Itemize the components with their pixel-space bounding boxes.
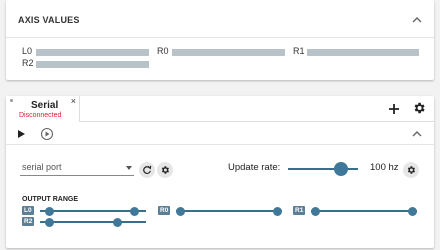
caret-down-icon: [126, 166, 132, 170]
range-max-thumb[interactable]: [112, 217, 122, 227]
axis-label: R2: [22, 58, 34, 68]
range-max-thumb[interactable]: [408, 206, 417, 216]
range-min-thumb[interactable]: [44, 206, 54, 216]
channel-tag: L0: [22, 206, 34, 215]
slider-thumb[interactable]: [334, 162, 349, 176]
refresh-button[interactable]: [139, 162, 155, 178]
chevron-up-icon[interactable]: [410, 127, 424, 141]
range-slider-r2[interactable]: R2: [22, 217, 146, 227]
range-min-thumb[interactable]: [176, 206, 185, 216]
axis-row-r1: R1: [293, 46, 421, 58]
slider-track: [40, 221, 146, 223]
axis-bar: [172, 49, 285, 56]
play-icon[interactable]: [14, 127, 28, 141]
close-icon[interactable]: ×: [71, 96, 76, 106]
axis-values-panel: AXIS VALUES L0 R0 R1 R2: [6, 0, 434, 80]
update-rate-slider[interactable]: [288, 162, 358, 176]
serial-port-value: serial port: [22, 162, 62, 172]
serial-toolbar: [6, 123, 434, 145]
axis-row-l0: L0: [22, 46, 150, 58]
range-min-thumb[interactable]: [311, 206, 320, 216]
gear-icon: [161, 166, 169, 174]
axis-label: R0: [157, 46, 169, 56]
axis-values-header[interactable]: AXIS VALUES: [6, 0, 434, 38]
range-max-thumb[interactable]: [273, 206, 282, 216]
gear-icon: [407, 166, 415, 174]
axis-bar: [36, 49, 149, 56]
range-slider-r0[interactable]: R0: [158, 206, 282, 216]
axis-bar: [307, 49, 419, 56]
axis-label: L0: [22, 46, 33, 56]
update-rate-label: Update rate:: [228, 162, 281, 173]
slider-track: [311, 210, 417, 212]
chevron-up-icon[interactable]: [410, 13, 424, 27]
axis-label: R1: [293, 46, 305, 56]
range-min-thumb[interactable]: [44, 217, 54, 227]
tab-serial[interactable]: Serial Disconnected ×: [6, 96, 80, 122]
channel-tag: R1: [293, 206, 306, 215]
play-circle-icon[interactable]: [39, 126, 55, 142]
axis-row-r2: R2: [22, 58, 150, 70]
axis-row-r0: R0: [157, 46, 285, 58]
range-max-thumb[interactable]: [130, 206, 140, 216]
range-slider-l0[interactable]: L0: [22, 206, 146, 216]
drag-handle-icon[interactable]: [10, 99, 13, 102]
port-settings-button[interactable]: [157, 162, 173, 178]
tab-title: Serial: [31, 100, 59, 111]
connection-status: Disconnected: [19, 112, 62, 119]
rate-settings-button[interactable]: [403, 162, 419, 178]
tab-bar: Serial Disconnected ×: [6, 96, 434, 122]
output-range-title: OUTPUT RANGE: [22, 196, 78, 203]
refresh-icon: [143, 165, 152, 174]
channel-tag: R0: [158, 206, 171, 215]
range-slider-r1[interactable]: R1: [293, 206, 417, 216]
slider-track: [176, 210, 282, 212]
plus-icon[interactable]: [386, 101, 402, 117]
axis-bar: [36, 61, 149, 68]
channel-tag: R2: [22, 217, 35, 226]
serial-panel: Serial Disconnected × serial port Update…: [6, 96, 434, 248]
gear-icon[interactable]: [411, 100, 427, 116]
update-rate-value: 100 hz: [370, 162, 399, 173]
serial-port-select[interactable]: serial port: [20, 160, 134, 176]
serial-settings: serial port Update rate: 100 hz OUTPUT R…: [6, 148, 434, 248]
axis-values-title: AXIS VALUES: [18, 15, 80, 25]
